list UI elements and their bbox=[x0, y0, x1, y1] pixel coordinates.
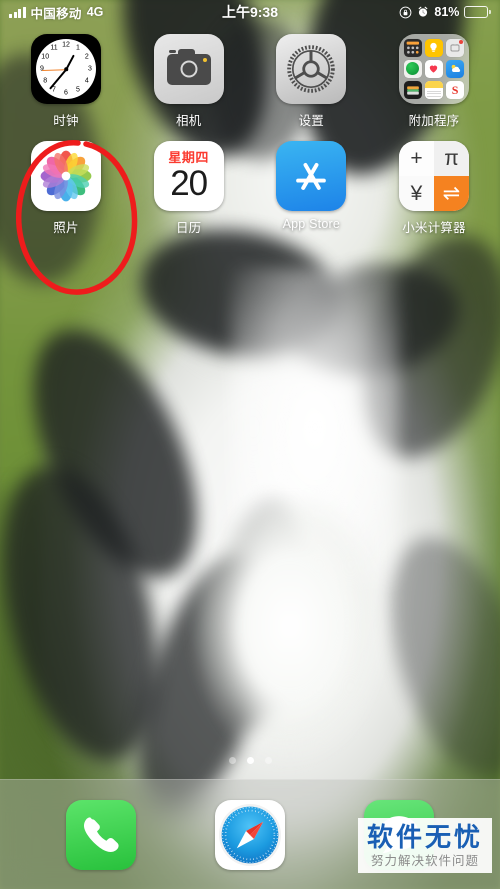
battery-icon bbox=[464, 6, 491, 18]
mini-icon-sogou: S bbox=[446, 81, 464, 99]
clock-center-dot bbox=[64, 67, 68, 71]
alarm-clock-icon bbox=[417, 6, 429, 18]
app-camera[interactable]: 相机 bbox=[137, 34, 241, 129]
mini-icon-wallet bbox=[403, 81, 422, 99]
calendar-day: 20 bbox=[170, 164, 208, 203]
page-dot-2[interactable] bbox=[246, 757, 254, 764]
app-label-clock: 时钟 bbox=[53, 114, 79, 128]
mini-icon-tips bbox=[425, 39, 443, 57]
watermark: 软件无忧 努力解决软件问题 bbox=[357, 818, 492, 873]
app-mi-calculator[interactable]: + π ¥ ⇌ 小米计算器 bbox=[382, 141, 486, 236]
rotation-lock-icon bbox=[399, 6, 412, 19]
app-label-settings: 设置 bbox=[298, 114, 325, 128]
app-photos[interactable]: 照片 bbox=[14, 141, 118, 236]
calc-key-plus: + bbox=[398, 141, 434, 176]
app-label-folder-extras: 附加程序 bbox=[408, 114, 460, 128]
folder-icon[interactable]: S bbox=[398, 34, 469, 104]
app-store-icon[interactable] bbox=[276, 141, 347, 211]
app-label-app-store: App Store bbox=[282, 217, 341, 231]
calc-key-convert: ⇌ bbox=[433, 176, 469, 211]
mini-icon-health bbox=[425, 60, 443, 78]
camera-icon[interactable] bbox=[153, 34, 224, 104]
wallpaper-puppy-paw bbox=[190, 497, 390, 783]
phone-icon[interactable] bbox=[65, 799, 136, 870]
app-label-mi-calculator: 小米计算器 bbox=[402, 221, 466, 235]
mini-icon-compass bbox=[403, 60, 422, 78]
app-row-2: 照片 星期四 20 日历 App Store + π ¥ ⇌ 小米计算器 bbox=[14, 141, 486, 236]
battery-percentage: 81% bbox=[434, 5, 460, 19]
photos-icon[interactable] bbox=[31, 141, 101, 211]
settings-gear-icon[interactable] bbox=[276, 34, 347, 104]
watermark-subtitle: 努力解决软件问题 bbox=[370, 854, 479, 868]
app-label-calendar: 日历 bbox=[175, 221, 202, 235]
status-bar-left: 中国移动 4G bbox=[9, 3, 103, 22]
carrier-name: 中国移动 bbox=[30, 6, 82, 21]
watermark-title: 软件无忧 bbox=[366, 822, 483, 852]
app-folder-extras[interactable]: S 附加程序 bbox=[382, 34, 486, 129]
calendar-icon[interactable]: 星期四 20 bbox=[153, 141, 224, 211]
mi-calculator-icon[interactable]: + π ¥ ⇌ bbox=[398, 141, 469, 211]
clock-icon[interactable]: 12 1 2 3 4 5 6 7 8 9 10 11 bbox=[31, 34, 101, 104]
mini-icon-notes bbox=[425, 81, 443, 99]
app-settings[interactable]: 设置 bbox=[259, 34, 363, 129]
app-row-1: 12 1 2 3 4 5 6 7 8 9 10 11 bbox=[14, 34, 486, 129]
page-indicator-dots[interactable] bbox=[0, 757, 500, 764]
app-label-camera: 相机 bbox=[175, 114, 202, 128]
calc-key-yuan: ¥ bbox=[398, 176, 434, 211]
network-type: 4G bbox=[86, 5, 104, 19]
page-dot-1[interactable] bbox=[228, 757, 236, 764]
status-bar-right: 81% bbox=[399, 5, 491, 19]
mini-icon-clips bbox=[446, 39, 464, 57]
app-calendar[interactable]: 星期四 20 日历 bbox=[137, 141, 241, 236]
app-label-photos: 照片 bbox=[53, 221, 79, 235]
signal-bars-icon bbox=[9, 6, 26, 18]
safari-compass-icon[interactable] bbox=[214, 799, 285, 870]
mini-icon-calculator bbox=[403, 39, 422, 57]
mini-icon-weather bbox=[446, 60, 464, 78]
calc-key-pi: π bbox=[433, 141, 469, 176]
app-app-store[interactable]: App Store bbox=[259, 141, 363, 236]
app-clock[interactable]: 12 1 2 3 4 5 6 7 8 9 10 11 bbox=[14, 34, 118, 129]
page-dot-3[interactable] bbox=[264, 757, 272, 764]
status-bar: 中国移动 4G 上午9:38 81% bbox=[0, 0, 500, 24]
app-icon-grid: 12 1 2 3 4 5 6 7 8 9 10 11 bbox=[0, 34, 500, 248]
clock-face: 12 1 2 3 4 5 6 7 8 9 10 11 bbox=[36, 39, 96, 99]
